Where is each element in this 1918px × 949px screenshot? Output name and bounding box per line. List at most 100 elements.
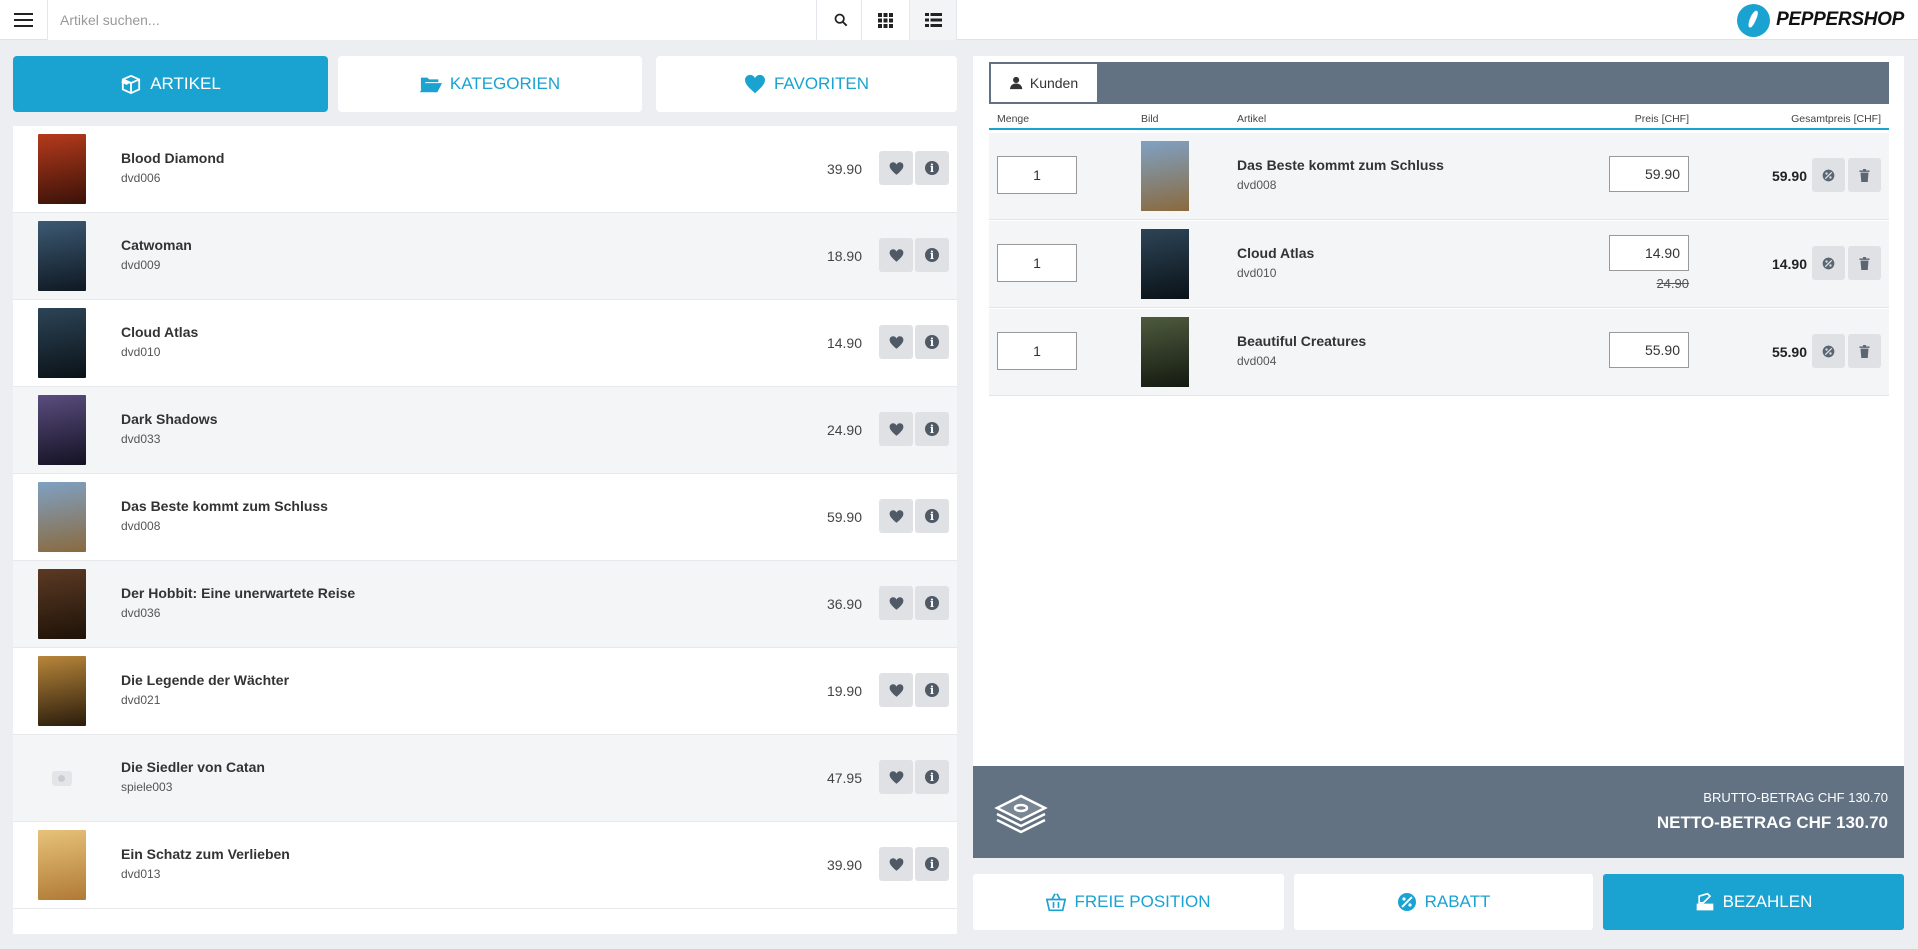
info-button[interactable]: i (915, 151, 949, 185)
favorite-button[interactable] (879, 412, 913, 446)
quantity-input[interactable] (997, 244, 1077, 282)
item-discount-button[interactable] (1812, 246, 1845, 280)
basket-icon (1046, 893, 1067, 912)
grid-view-button[interactable] (861, 0, 909, 40)
product-row[interactable]: Das Beste kommt zum Schluss dvd008 59.90 i (13, 474, 957, 561)
product-sku: spiele003 (121, 780, 173, 794)
product-poster (38, 395, 86, 465)
product-row[interactable]: Ein Schatz zum Verlieben dvd013 39.90 i (13, 822, 957, 909)
col-qty: Menge (997, 113, 1030, 125)
cart-row: Das Beste kommt zum Schluss dvd008 59.90 (989, 133, 1889, 220)
product-row[interactable]: Die Legende der Wächter dvd021 19.90 i (13, 648, 957, 735)
favorite-button[interactable] (879, 586, 913, 620)
favorite-button[interactable] (879, 847, 913, 881)
folder-open-icon (419, 77, 442, 93)
product-sku: dvd008 (121, 519, 161, 533)
delete-button[interactable] (1848, 246, 1881, 280)
money-stack-icon (994, 794, 1048, 834)
brand-name: PEPPERSHOP (1776, 9, 1904, 30)
delete-button[interactable] (1848, 158, 1881, 192)
discount-icon (1822, 345, 1835, 357)
info-icon: i (925, 770, 939, 784)
info-button[interactable]: i (915, 325, 949, 359)
product-row[interactable]: Die Siedler von Catan spiele003 47.95 i (13, 735, 957, 822)
quantity-input[interactable] (997, 332, 1077, 370)
discount-label: RABATT (1424, 892, 1491, 911)
pay-label: BEZAHLEN (1722, 892, 1813, 911)
trash-icon (1859, 344, 1870, 358)
tab-favoriten[interactable]: FAVORITEN (656, 56, 957, 112)
cart-item-name: Cloud Atlas (1237, 245, 1315, 261)
product-row[interactable]: Der Hobbit: Eine unerwartete Reise dvd036… (13, 561, 957, 648)
camera-icon (52, 770, 72, 786)
favorite-button[interactable] (879, 499, 913, 533)
info-button[interactable]: i (915, 673, 949, 707)
heart-icon (889, 683, 903, 697)
info-icon: i (925, 509, 939, 523)
netto-amount: NETTO-BETRAG CHF 130.70 (1656, 813, 1888, 832)
favorite-button[interactable] (879, 760, 913, 794)
product-poster (38, 221, 86, 291)
product-price: 19.90 (826, 683, 862, 699)
product-row[interactable]: Catwoman dvd009 18.90 i (13, 213, 957, 300)
search-button[interactable] (816, 0, 864, 40)
product-row[interactable]: Dark Shadows dvd033 24.90 i (13, 387, 957, 474)
product-name: Ein Schatz zum Verlieben (121, 846, 290, 862)
product-price: 59.90 (826, 509, 862, 525)
price-input[interactable] (1609, 156, 1689, 192)
product-row[interactable]: Cloud Atlas dvd010 14.90 i (13, 300, 957, 387)
info-button[interactable]: i (915, 238, 949, 272)
heart-icon (744, 74, 765, 94)
product-name: Catwoman (121, 237, 192, 253)
favorite-button[interactable] (879, 238, 913, 272)
info-button[interactable]: i (915, 586, 949, 620)
product-list: Blood Diamond dvd006 39.90 i Catwoman dvd009 1… (13, 126, 957, 934)
info-icon: i (925, 161, 939, 175)
heart-icon (889, 857, 903, 871)
tab-kategorien[interactable]: KATEGORIEN (338, 56, 642, 112)
free-position-button[interactable]: FREIE POSITION (973, 874, 1284, 930)
info-icon: i (925, 422, 939, 436)
cart-table-header: Menge Bild Artikel Preis [CHF] Gesamtpre… (989, 108, 1889, 130)
info-button[interactable]: i (915, 760, 949, 794)
brutto-amount: BRUTTO-BETRAG CHF 130.70 (1703, 790, 1888, 805)
product-price: 18.90 (826, 248, 862, 264)
favorite-button[interactable] (879, 151, 913, 185)
product-price: 24.90 (826, 422, 862, 438)
product-name: Dark Shadows (121, 411, 218, 427)
price-input[interactable] (1609, 332, 1689, 368)
product-price: 36.90 (826, 596, 862, 612)
grid-icon (878, 12, 893, 28)
product-row[interactable]: Blood Diamond dvd006 39.90 i (13, 126, 957, 213)
info-button[interactable]: i (915, 847, 949, 881)
tab-artikel[interactable]: ARTIKEL (13, 56, 328, 112)
search-input[interactable] (48, 0, 816, 40)
info-icon: i (925, 248, 939, 262)
tab-kategorien-label: KATEGORIEN (449, 74, 561, 93)
list-view-button[interactable] (909, 0, 957, 40)
info-icon: i (925, 335, 939, 349)
cart-item-sku: dvd004 (1237, 354, 1277, 368)
favorite-button[interactable] (879, 673, 913, 707)
discount-button[interactable]: RABATT (1294, 874, 1593, 930)
favorite-button[interactable] (879, 325, 913, 359)
quantity-input[interactable] (997, 156, 1077, 194)
delete-button[interactable] (1848, 334, 1881, 368)
old-price: 24.90 (1656, 276, 1689, 291)
info-button[interactable]: i (915, 412, 949, 446)
product-sku: dvd010 (121, 345, 161, 359)
pay-button[interactable]: BEZAHLEN (1603, 874, 1904, 930)
item-discount-button[interactable] (1812, 158, 1845, 192)
product-poster-placeholder (38, 743, 86, 813)
product-sku: dvd036 (121, 606, 161, 620)
menu-button[interactable] (0, 0, 48, 40)
price-input[interactable] (1609, 235, 1689, 271)
customer-tab[interactable]: Kunden (991, 64, 1097, 102)
cart-row: Cloud Atlas dvd010 24.90 14.90 (989, 221, 1889, 308)
item-discount-button[interactable] (1812, 334, 1845, 368)
cart-item-sku: dvd010 (1237, 266, 1277, 280)
product-name: Blood Diamond (121, 150, 225, 166)
info-button[interactable]: i (915, 499, 949, 533)
info-icon: i (925, 857, 939, 871)
totals-panel: BRUTTO-BETRAG CHF 130.70 NETTO-BETRAG CH… (973, 766, 1904, 858)
